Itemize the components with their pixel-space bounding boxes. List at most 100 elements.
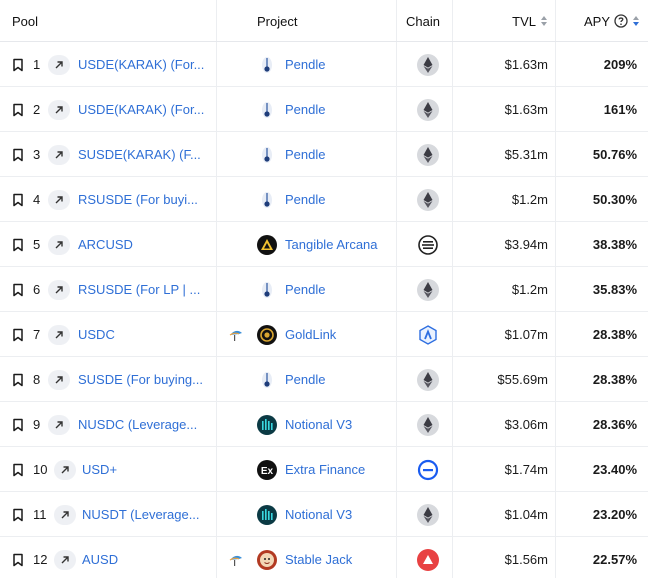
apy-header-label: APY [583,13,610,29]
apy-value: 209% [603,57,637,72]
partner-icon [228,312,244,357]
arbitrum-chain-icon[interactable] [417,312,439,357]
project-name-link[interactable]: Notional V3 [285,492,352,537]
external-link-icon [54,549,76,570]
pool-name-link[interactable]: USDC [78,312,115,357]
tvl-sort-header[interactable]: TVL [470,0,548,42]
bookmark-icon[interactable] [12,267,24,312]
sort-icon [541,16,547,26]
open-pool-link[interactable] [54,537,76,578]
base-chain-icon[interactable] [417,447,439,492]
external-link-icon [48,99,70,120]
pool-name-link[interactable]: NUSDT (Leverage... [82,492,200,537]
bookmark-icon[interactable] [12,177,24,222]
bookmark-icon[interactable] [12,537,24,578]
table-row: 1 USDE(KARAK) (For... Pendle $1.63m 209% [0,42,648,87]
ethereum-chain-icon[interactable] [417,492,439,537]
bookmark-icon[interactable] [12,132,24,177]
project-name-link[interactable]: GoldLink [285,312,336,357]
open-pool-link[interactable] [48,267,70,312]
bookmark-icon[interactable] [12,492,24,537]
svg-text:Ex: Ex [261,466,274,477]
stablejack-logo-icon [257,537,277,578]
external-link-icon [48,144,70,165]
pool-name-link[interactable]: USDE(KARAK) (For... [78,42,204,87]
project-name-link[interactable]: Stable Jack [285,537,352,578]
rank-number: 6 [33,282,41,297]
rank-number: 5 [33,237,41,252]
ethereum-chain-icon[interactable] [417,87,439,132]
pool-name-link[interactable]: ARCUSD [78,222,133,267]
pendle-logo-icon [257,132,277,177]
external-link-icon [54,459,76,480]
apy-sort-header[interactable]: APY [560,0,640,42]
open-pool-link[interactable] [48,312,70,357]
ethereum-chain-icon[interactable] [417,357,439,402]
project-name-link[interactable]: Pendle [285,267,325,312]
pool-name-link[interactable]: SUSDE(KARAK) (F... [78,132,201,177]
open-pool-link[interactable] [48,42,70,87]
notional-logo-icon [257,402,277,447]
pool-header: Pool [12,13,39,29]
project-name-link[interactable]: Pendle [285,87,325,132]
project-name-link[interactable]: Pendle [285,42,325,87]
pendle-logo-icon [257,357,277,402]
bookmark-icon[interactable] [12,447,24,492]
project-name-link[interactable]: Extra Finance [285,447,365,492]
bookmark-icon[interactable] [12,312,24,357]
open-pool-link[interactable] [48,177,70,222]
ethereum-chain-icon[interactable] [417,42,439,87]
pool-name-link[interactable]: USDE(KARAK) (For... [78,87,204,132]
real-chain-icon[interactable] [417,222,439,267]
tangible-logo-icon [257,222,277,267]
pool-name-link[interactable]: RSUSDE (For LP | ... [78,267,200,312]
project-name-link[interactable]: Pendle [285,177,325,222]
pool-name-link[interactable]: USD+ [82,447,117,492]
avalanche-chain-icon[interactable] [417,537,439,578]
open-pool-link[interactable] [54,492,76,537]
rank-number: 11 [33,507,47,522]
ethereum-chain-icon[interactable] [417,267,439,312]
external-link-icon [48,234,70,255]
sort-icon [633,16,639,26]
open-pool-link[interactable] [48,357,70,402]
open-pool-link[interactable] [48,87,70,132]
pool-name-link[interactable]: AUSD [82,537,118,578]
ethereum-chain-icon[interactable] [417,177,439,222]
pool-name-link[interactable]: RSUSDE (For buyi... [78,177,198,222]
project-name-link[interactable]: Pendle [285,357,325,402]
open-pool-link[interactable] [54,447,76,492]
tvl-value: $1.2m [511,282,548,297]
ethereum-chain-icon[interactable] [417,132,439,177]
goldlink-logo-icon [257,312,277,357]
open-pool-link[interactable] [48,132,70,177]
open-pool-link[interactable] [48,222,70,267]
bookmark-icon[interactable] [12,357,24,402]
bookmark-icon[interactable] [12,87,24,132]
ethereum-chain-icon[interactable] [417,402,439,447]
apy-value: 28.36% [592,417,637,432]
bookmark-icon[interactable] [12,402,24,447]
pendle-logo-icon [257,267,277,312]
help-icon[interactable] [614,14,628,28]
pool-name-link[interactable]: SUSDE (For buying... [78,357,203,402]
bookmark-icon[interactable] [12,222,24,267]
project-name-link[interactable]: Pendle [285,132,325,177]
project-name-link[interactable]: Notional V3 [285,402,352,447]
bookmark-icon[interactable] [12,42,24,87]
rank-number: 8 [33,372,41,387]
yield-pools-table: Pool Project Chain TVL APY 1 USDE(KARAK) … [0,0,648,578]
pendle-logo-icon [257,87,277,132]
apy-value: 23.20% [592,507,637,522]
open-pool-link[interactable] [48,402,70,447]
external-link-icon [48,414,70,435]
table-row: 6 RSUSDE (For LP | ... Pendle $1.2m 35.83% [0,267,648,312]
external-link-icon [48,54,70,75]
rank-number: 12 [33,552,48,567]
table-row: 2 USDE(KARAK) (For... Pendle $1.63m 161% [0,87,648,132]
project-name-link[interactable]: Tangible Arcana [285,222,378,267]
pool-name-link[interactable]: NUSDC (Leverage... [78,402,197,447]
external-link-icon [48,324,70,345]
apy-value: 28.38% [592,372,637,387]
rank-number: 3 [33,147,41,162]
